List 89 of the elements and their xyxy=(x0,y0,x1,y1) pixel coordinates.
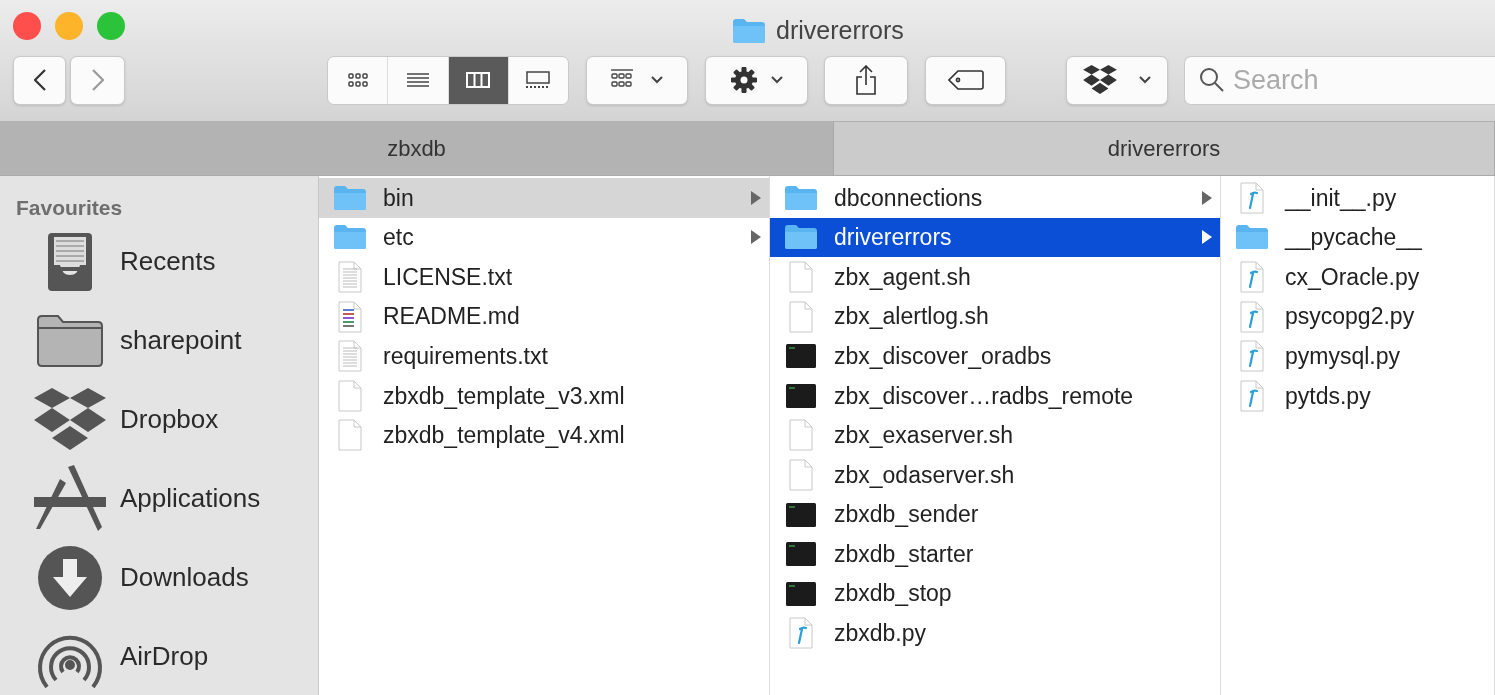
search-field[interactable]: Search xyxy=(1184,55,1495,105)
terminal-icon xyxy=(785,541,817,568)
chevron-down-icon xyxy=(651,76,663,84)
terminal-icon xyxy=(785,343,817,370)
file-row[interactable]: zbxdb_template_v4.xml xyxy=(319,415,769,456)
back-button[interactable] xyxy=(13,55,66,105)
folder-icon xyxy=(333,184,367,211)
folder-icon xyxy=(333,224,367,251)
folder-icon xyxy=(784,224,818,251)
search-icon xyxy=(1199,67,1225,93)
search-input[interactable]: Search xyxy=(1233,59,1495,101)
file-row[interactable]: zbxdb_stop xyxy=(770,573,1220,614)
share-button[interactable] xyxy=(824,55,908,105)
chevron-left-icon xyxy=(33,69,46,91)
folder-icon xyxy=(1235,224,1269,251)
blank-file-icon xyxy=(788,419,814,452)
terminal-icon xyxy=(785,382,817,409)
file-row[interactable]: zbx_discover_oradbs xyxy=(770,336,1220,376)
file-row[interactable]: pytds.py xyxy=(1221,375,1494,416)
python-file-icon xyxy=(788,617,814,650)
folder-icon xyxy=(732,17,766,44)
window-title: drivererrors xyxy=(776,15,904,46)
blank-file-icon xyxy=(337,419,363,452)
folder-icon xyxy=(784,184,818,211)
blank-file-icon xyxy=(337,379,363,412)
tab[interactable]: zbxdb xyxy=(0,122,834,175)
blank-file-icon xyxy=(788,261,814,293)
action-button[interactable] xyxy=(705,55,808,105)
blank-file-icon xyxy=(788,458,814,491)
applications-icon xyxy=(34,464,106,533)
tab[interactable]: drivererrors xyxy=(834,122,1495,175)
file-row[interactable]: zbx_agent.sh xyxy=(770,257,1220,297)
file-row[interactable]: cx_Oracle.py xyxy=(1221,257,1494,297)
dropbox-button[interactable] xyxy=(1066,55,1168,105)
sidebar-item[interactable]: Downloads xyxy=(0,538,318,617)
python-file-icon xyxy=(1239,340,1265,373)
file-row[interactable]: __pycache__ xyxy=(1221,217,1494,258)
chevron-down-icon xyxy=(770,76,783,84)
gallery-icon xyxy=(525,71,552,89)
chevron-right-icon xyxy=(91,69,104,91)
file-row[interactable]: zbxdb_template_v3.xml xyxy=(319,375,769,416)
view-mode-button[interactable] xyxy=(448,56,509,104)
python-file-icon xyxy=(1239,261,1265,293)
sidebar-item[interactable]: Dropbox xyxy=(0,380,318,459)
columns-icon xyxy=(466,72,491,88)
file-row[interactable]: requirements.txt xyxy=(319,336,769,376)
python-file-icon xyxy=(1239,300,1265,333)
chevron-down-icon xyxy=(1139,76,1151,84)
group-button[interactable] xyxy=(586,55,688,105)
dropbox-icon xyxy=(34,387,106,452)
list-icon xyxy=(406,72,429,88)
file-row[interactable]: README.md xyxy=(319,296,769,337)
tag-icon xyxy=(947,70,984,90)
file-row[interactable]: zbxdb_sender xyxy=(770,494,1220,535)
file-row[interactable]: dbconnections xyxy=(770,178,1220,218)
terminal-icon xyxy=(785,501,817,528)
text-file-icon xyxy=(337,261,363,293)
blank-file-icon xyxy=(788,300,814,333)
file-row[interactable]: zbx_odaserver.sh xyxy=(770,455,1220,495)
file-row[interactable]: drivererrors xyxy=(770,217,1220,258)
text-file-icon xyxy=(337,340,363,373)
folder-icon xyxy=(36,313,104,368)
file-row[interactable]: zbxdb.py xyxy=(770,613,1220,654)
sidebar-item[interactable]: Recents xyxy=(0,222,318,301)
file-row[interactable]: pymysql.py xyxy=(1221,336,1494,376)
close-button[interactable] xyxy=(13,12,41,40)
file-row[interactable]: zbx_discover…radbs_remote xyxy=(770,375,1220,416)
icon-grid-icon xyxy=(347,72,368,88)
python-file-icon xyxy=(1239,379,1265,412)
sidebar-item[interactable]: Applications xyxy=(0,459,318,538)
download-icon xyxy=(37,544,103,611)
file-row[interactable]: __init__.py xyxy=(1221,178,1494,218)
file-row[interactable]: zbx_alertlog.sh xyxy=(770,296,1220,337)
settings-icon xyxy=(730,67,757,93)
file-row[interactable]: LICENSE.txt xyxy=(319,257,769,297)
file-row[interactable]: etc xyxy=(319,217,769,258)
sidebar-item[interactable]: AirDrop xyxy=(0,617,318,695)
share-icon xyxy=(855,65,877,95)
file-row[interactable]: zbx_exaserver.sh xyxy=(770,415,1220,456)
sidebar-heading: Favourites xyxy=(15,195,124,221)
terminal-icon xyxy=(785,580,817,607)
file-row[interactable]: psycopg2.py xyxy=(1221,296,1494,337)
file-row[interactable]: zbxdb_starter xyxy=(770,534,1220,574)
tag-button[interactable] xyxy=(925,55,1006,105)
markdown-file-icon xyxy=(337,300,363,333)
sidebar-item[interactable]: sharepoint xyxy=(0,301,318,380)
dropbox-icon xyxy=(1083,65,1117,95)
file-row[interactable]: bin xyxy=(319,178,769,218)
python-file-icon xyxy=(1239,181,1265,214)
